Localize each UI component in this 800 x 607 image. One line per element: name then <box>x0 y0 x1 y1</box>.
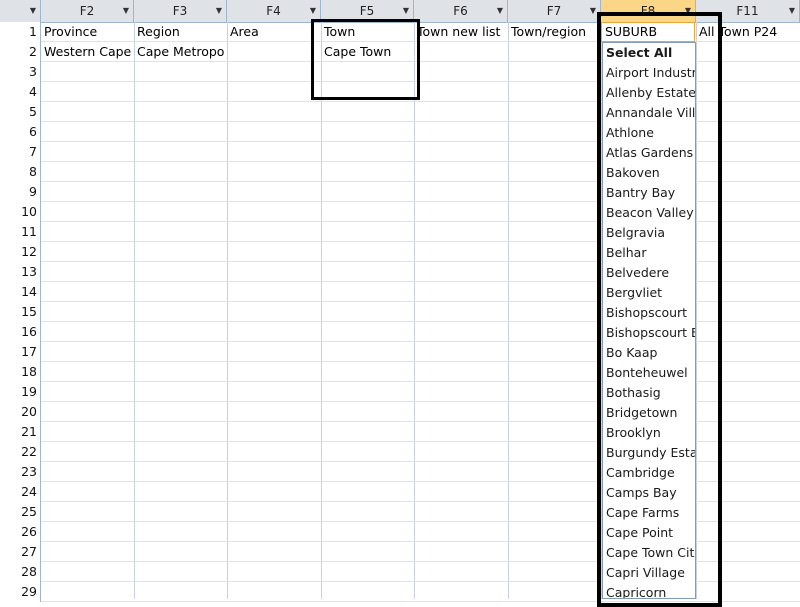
row-number[interactable]: 18 <box>0 362 41 382</box>
column-header-f2[interactable]: F2 ▼ <box>41 0 134 22</box>
cell-town-new-list[interactable]: Town new list <box>414 22 508 42</box>
row-number[interactable]: 21 <box>0 422 41 442</box>
cell-western-cape[interactable]: Western Cape <box>41 42 134 62</box>
row-number[interactable]: 16 <box>0 322 41 342</box>
dropdown-arrow-icon[interactable]: ▼ <box>789 0 795 22</box>
cell-region[interactable]: Region <box>134 22 227 42</box>
column-header-f4[interactable]: F4 ▼ <box>227 0 321 22</box>
row-number[interactable]: 27 <box>0 542 41 562</box>
highlight-box-suburb <box>597 12 722 607</box>
row-number[interactable]: 15 <box>0 302 41 322</box>
row-number[interactable]: 9 <box>0 182 41 202</box>
row-number[interactable]: 17 <box>0 342 41 362</box>
highlight-box-town <box>311 19 420 100</box>
row-number[interactable]: 26 <box>0 522 41 542</box>
grid-line <box>321 22 322 599</box>
column-header-f6[interactable]: F6 ▼ <box>414 0 508 22</box>
column-header-f7[interactable]: F7 ▼ <box>508 0 601 22</box>
column-header-f3[interactable]: F3 ▼ <box>134 0 227 22</box>
row-number[interactable]: 22 <box>0 442 41 462</box>
row-number[interactable]: 5 <box>0 102 41 122</box>
grid-line <box>414 22 415 599</box>
row-number[interactable]: 4 <box>0 82 41 102</box>
dropdown-arrow-icon[interactable]: ▼ <box>497 0 503 22</box>
dropdown-arrow-icon[interactable]: ▼ <box>216 0 222 22</box>
row-number[interactable]: 12 <box>0 242 41 262</box>
row-number[interactable]: 25 <box>0 502 41 522</box>
row-number[interactable]: 19 <box>0 382 41 402</box>
row-number[interactable]: 2 <box>0 42 41 62</box>
cell-town-region[interactable]: Town/region <box>508 22 601 42</box>
grid-line <box>508 22 509 599</box>
cell-province[interactable]: Province <box>41 22 134 42</box>
row-number[interactable]: 20 <box>0 402 41 422</box>
row-number[interactable]: 24 <box>0 482 41 502</box>
row-number[interactable]: 1 <box>0 22 41 42</box>
grid-line <box>134 22 135 599</box>
row-number[interactable]: 10 <box>0 202 41 222</box>
select-all-corner[interactable]: ▼ <box>0 0 41 22</box>
row-number[interactable]: 11 <box>0 222 41 242</box>
row-number[interactable]: 23 <box>0 462 41 482</box>
dropdown-arrow-icon[interactable]: ▼ <box>123 0 129 22</box>
row-number[interactable]: 28 <box>0 562 41 582</box>
cell-cape-metropole[interactable]: Cape Metropo <box>134 42 227 62</box>
row-number[interactable]: 6 <box>0 122 41 142</box>
row-number[interactable]: 14 <box>0 282 41 302</box>
row-number[interactable]: 3 <box>0 62 41 82</box>
dropdown-arrow-icon[interactable]: ▼ <box>590 0 596 22</box>
cell-area[interactable]: Area <box>227 22 321 42</box>
row-number[interactable]: 8 <box>0 162 41 182</box>
row-number[interactable]: 29 <box>0 582 41 602</box>
row-number[interactable]: 7 <box>0 142 41 162</box>
grid-line <box>227 22 228 599</box>
dropdown-arrow-icon[interactable]: ▼ <box>30 0 36 22</box>
row-number[interactable]: 13 <box>0 262 41 282</box>
